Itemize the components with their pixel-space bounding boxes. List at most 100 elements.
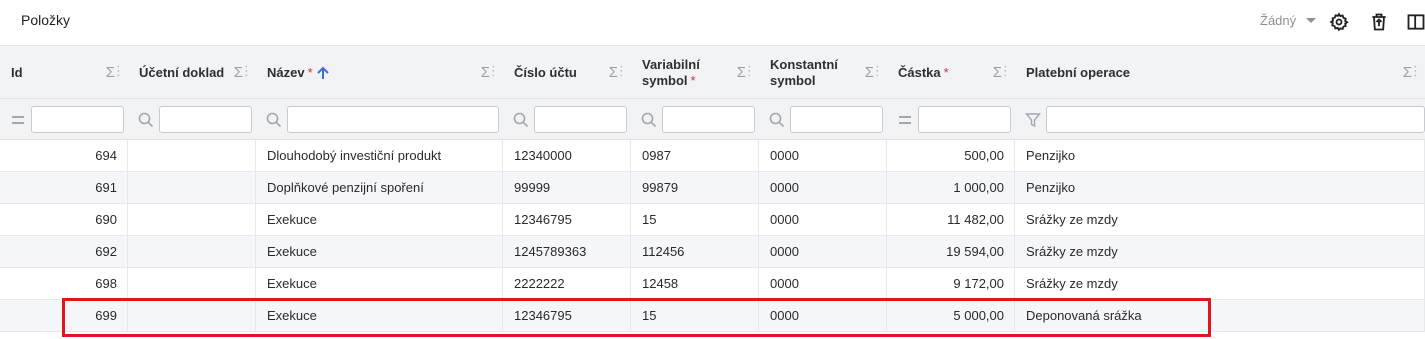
trash-icon (1372, 13, 1386, 31)
gear-icon (1329, 12, 1349, 32)
cell-id: 690 (0, 204, 128, 235)
filter-cell-id (0, 99, 128, 140)
column-header-label: Variabilní symbol * (642, 56, 700, 88)
filter-input-id[interactable] (31, 106, 124, 133)
column-menu-icon[interactable]: ⋮ (112, 63, 125, 79)
filter-input-ucetni-doklad[interactable] (159, 106, 252, 133)
column-header-ucetni-doklad[interactable]: Účetní doklad Σ ⋮ (128, 46, 256, 99)
table-row[interactable]: 690 Exekuce 12346795 15 0000 11 482,00 S… (0, 204, 1425, 236)
cell-variabilni-symbol: 15 (631, 204, 759, 235)
view-selector[interactable]: Žádný (1260, 13, 1317, 28)
chevron-down-icon (1306, 18, 1317, 23)
equals-icon[interactable] (9, 111, 27, 129)
cell-cislo-uctu: 2222222 (503, 268, 631, 299)
filter-cell-konstantni-symbol (759, 99, 887, 140)
cell-cislo-uctu: 12340000 (503, 140, 631, 171)
cell-castka: 500,00 (887, 140, 1015, 171)
column-menu-icon[interactable]: ⋮ (1409, 63, 1422, 79)
table-row[interactable]: 694 Dlouhodobý investiční produkt 123400… (0, 140, 1425, 172)
search-icon[interactable] (512, 111, 530, 129)
column-header-id[interactable]: Id Σ ⋮ (0, 46, 128, 99)
filter-input-nazev[interactable] (287, 106, 499, 133)
filter-cell-variabilni-symbol (631, 99, 759, 140)
search-icon[interactable] (768, 111, 786, 129)
filter-input-platebni-operace[interactable] (1046, 106, 1425, 133)
cell-cislo-uctu: 1245789363 (503, 236, 631, 267)
filter-cell-cislo-uctu (503, 99, 631, 140)
cell-nazev: Exekuce (256, 300, 503, 331)
search-icon[interactable] (640, 111, 658, 129)
grid-title: Položky (21, 12, 71, 28)
filter-input-variabilni-symbol[interactable] (662, 106, 755, 133)
column-menu-icon[interactable]: ⋮ (615, 63, 628, 79)
grid-toolbar: Položky Žádný (0, 0, 1425, 46)
filter-cell-nazev (256, 99, 503, 140)
table-row-highlighted[interactable]: 699 Exekuce 12346795 15 0000 5 000,00 De… (0, 300, 1425, 332)
columns-icon (1407, 14, 1425, 30)
cell-ucetni-doklad (128, 236, 256, 267)
filter-input-cislo-uctu[interactable] (534, 106, 627, 133)
layout-button[interactable] (1405, 11, 1425, 33)
settings-button[interactable] (1328, 11, 1350, 33)
required-marker: * (690, 72, 696, 88)
cell-platebni-operace: Penzijko (1015, 172, 1425, 203)
column-header-label: Platební operace (1026, 64, 1131, 80)
grid-header: Id Σ ⋮ Účetní doklad Σ ⋮ Název * Σ ⋮ Čís… (0, 46, 1425, 99)
filter-input-castka[interactable] (918, 106, 1011, 133)
cell-platebni-operace: Srážky ze mzdy (1015, 268, 1425, 299)
column-header-cislo-uctu[interactable]: Číslo účtu Σ ⋮ (503, 46, 631, 99)
column-header-label: Číslo účtu (514, 64, 577, 80)
column-menu-icon[interactable]: ⋮ (999, 63, 1012, 79)
cell-konstantni-symbol: 0000 (759, 268, 887, 299)
column-header-platebni-operace[interactable]: Platební operace Σ ⋮ (1015, 46, 1425, 99)
cell-ucetni-doklad (128, 300, 256, 331)
filter-input-konstantni-symbol[interactable] (790, 106, 883, 133)
filter-cell-ucetni-doklad (128, 99, 256, 140)
cell-id: 698 (0, 268, 128, 299)
search-icon[interactable] (137, 111, 155, 129)
cell-castka: 9 172,00 (887, 268, 1015, 299)
cell-id: 694 (0, 140, 128, 171)
cell-id: 691 (0, 172, 128, 203)
cell-castka: 5 000,00 (887, 300, 1015, 331)
search-icon[interactable] (265, 111, 283, 129)
column-header-konstantni-symbol[interactable]: Konstantní symbol Σ ⋮ (759, 46, 887, 99)
column-menu-icon[interactable]: ⋮ (871, 63, 884, 79)
table-row[interactable]: 691 Doplňkové penzijní spoření 99999 998… (0, 172, 1425, 204)
required-marker: * (307, 65, 313, 80)
cell-variabilni-symbol: 15 (631, 300, 759, 331)
column-header-label: Název (267, 64, 305, 80)
cell-nazev: Exekuce (256, 236, 503, 267)
equals-icon[interactable] (896, 111, 914, 129)
cell-nazev: Doplňkové penzijní spoření (256, 172, 503, 203)
cell-id: 692 (0, 236, 128, 267)
cell-ucetni-doklad (128, 140, 256, 171)
cell-castka: 1 000,00 (887, 172, 1015, 203)
filter-cell-platebni-operace (1015, 99, 1425, 140)
cell-castka: 11 482,00 (887, 204, 1015, 235)
column-menu-icon[interactable]: ⋮ (240, 63, 253, 79)
cell-konstantni-symbol: 0000 (759, 140, 887, 171)
cell-variabilni-symbol: 12458 (631, 268, 759, 299)
cell-variabilni-symbol: 0987 (631, 140, 759, 171)
column-header-nazev[interactable]: Název * Σ ⋮ (256, 46, 503, 99)
column-menu-icon[interactable]: ⋮ (487, 63, 500, 79)
cell-platebni-operace: Deponovaná srážka (1015, 300, 1425, 331)
cell-nazev: Dlouhodobý investiční produkt (256, 140, 503, 171)
table-row[interactable]: 698 Exekuce 2222222 12458 0000 9 172,00 … (0, 268, 1425, 300)
column-menu-icon[interactable]: ⋮ (743, 63, 756, 79)
sort-ascending-icon[interactable] (316, 66, 330, 80)
filter-icon[interactable] (1024, 111, 1042, 129)
delete-button[interactable] (1368, 11, 1390, 33)
cell-konstantni-symbol: 0000 (759, 300, 887, 331)
table-row[interactable]: 692 Exekuce 1245789363 112456 0000 19 59… (0, 236, 1425, 268)
cell-id: 699 (0, 300, 128, 331)
column-header-castka[interactable]: Částka * Σ ⋮ (887, 46, 1015, 99)
cell-variabilni-symbol: 112456 (631, 236, 759, 267)
cell-nazev: Exekuce (256, 268, 503, 299)
cell-platebni-operace: Srážky ze mzdy (1015, 236, 1425, 267)
cell-ucetni-doklad (128, 268, 256, 299)
cell-cislo-uctu: 12346795 (503, 204, 631, 235)
column-header-variabilni-symbol[interactable]: Variabilní symbol * Σ ⋮ (631, 46, 759, 99)
view-selector-value: Žádný (1260, 13, 1297, 28)
